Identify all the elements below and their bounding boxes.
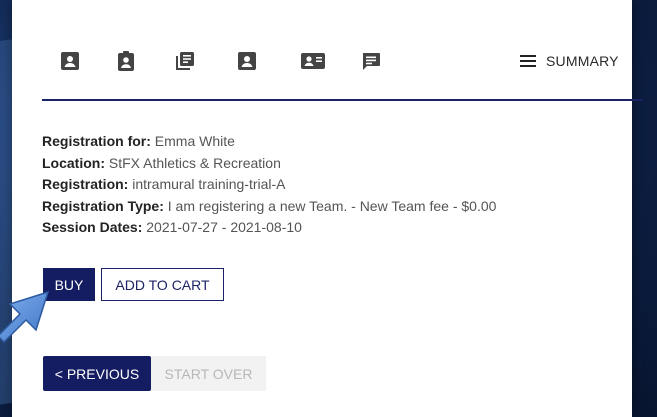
session-dates-row: Session Dates: 2021-07-27 - 2021-08-10	[42, 217, 496, 239]
tab-summary[interactable]: SUMMARY	[520, 48, 619, 74]
add-to-cart-button[interactable]: ADD TO CART	[101, 268, 224, 301]
registration-type-row: Registration Type: I am registering a ne…	[42, 196, 496, 218]
location-row: Location: StFX Athletics & Recreation	[42, 153, 496, 175]
start-over-button: START OVER	[151, 356, 266, 391]
location-value: StFX Athletics & Recreation	[108, 154, 281, 171]
summary-tab-label: SUMMARY	[546, 53, 619, 69]
registration-for-value: Emma White	[154, 133, 235, 149]
registration-for-label: Registration for:	[42, 133, 151, 149]
session-dates-label: Session Dates:	[42, 219, 143, 235]
contact-card-icon[interactable]	[59, 50, 81, 72]
registration-label: Registration:	[42, 176, 129, 192]
session-dates-value: 2021-07-27 - 2021-08-10	[146, 219, 302, 235]
registration-details: Registration for: Emma White Location: S…	[42, 131, 496, 239]
previous-button[interactable]: < PREVIOUS	[43, 356, 151, 391]
documents-icon[interactable]	[174, 50, 196, 72]
step-navigation: SUMMARY	[42, 40, 642, 80]
list-lines-icon	[520, 55, 536, 67]
registration-value: intramural training-trial-A	[132, 176, 286, 192]
registration-row: Registration: intramural training-trial-…	[42, 174, 496, 196]
pointer-arrow-icon	[0, 290, 50, 344]
registration-panel: SUMMARY Registration for: Emma White Loc…	[12, 0, 642, 417]
registration-type-value: I am registering a new Team. - New Team …	[167, 197, 497, 214]
contact-group-icon[interactable]	[300, 50, 326, 72]
location-label: Location:	[42, 154, 105, 171]
registration-type-label: Registration Type:	[42, 197, 164, 214]
registration-for-row: Registration for: Emma White	[42, 131, 496, 153]
profile-card-icon[interactable]	[236, 50, 258, 72]
comment-icon[interactable]	[360, 50, 382, 72]
clipboard-person-icon[interactable]	[115, 50, 137, 72]
step-divider	[42, 99, 642, 101]
